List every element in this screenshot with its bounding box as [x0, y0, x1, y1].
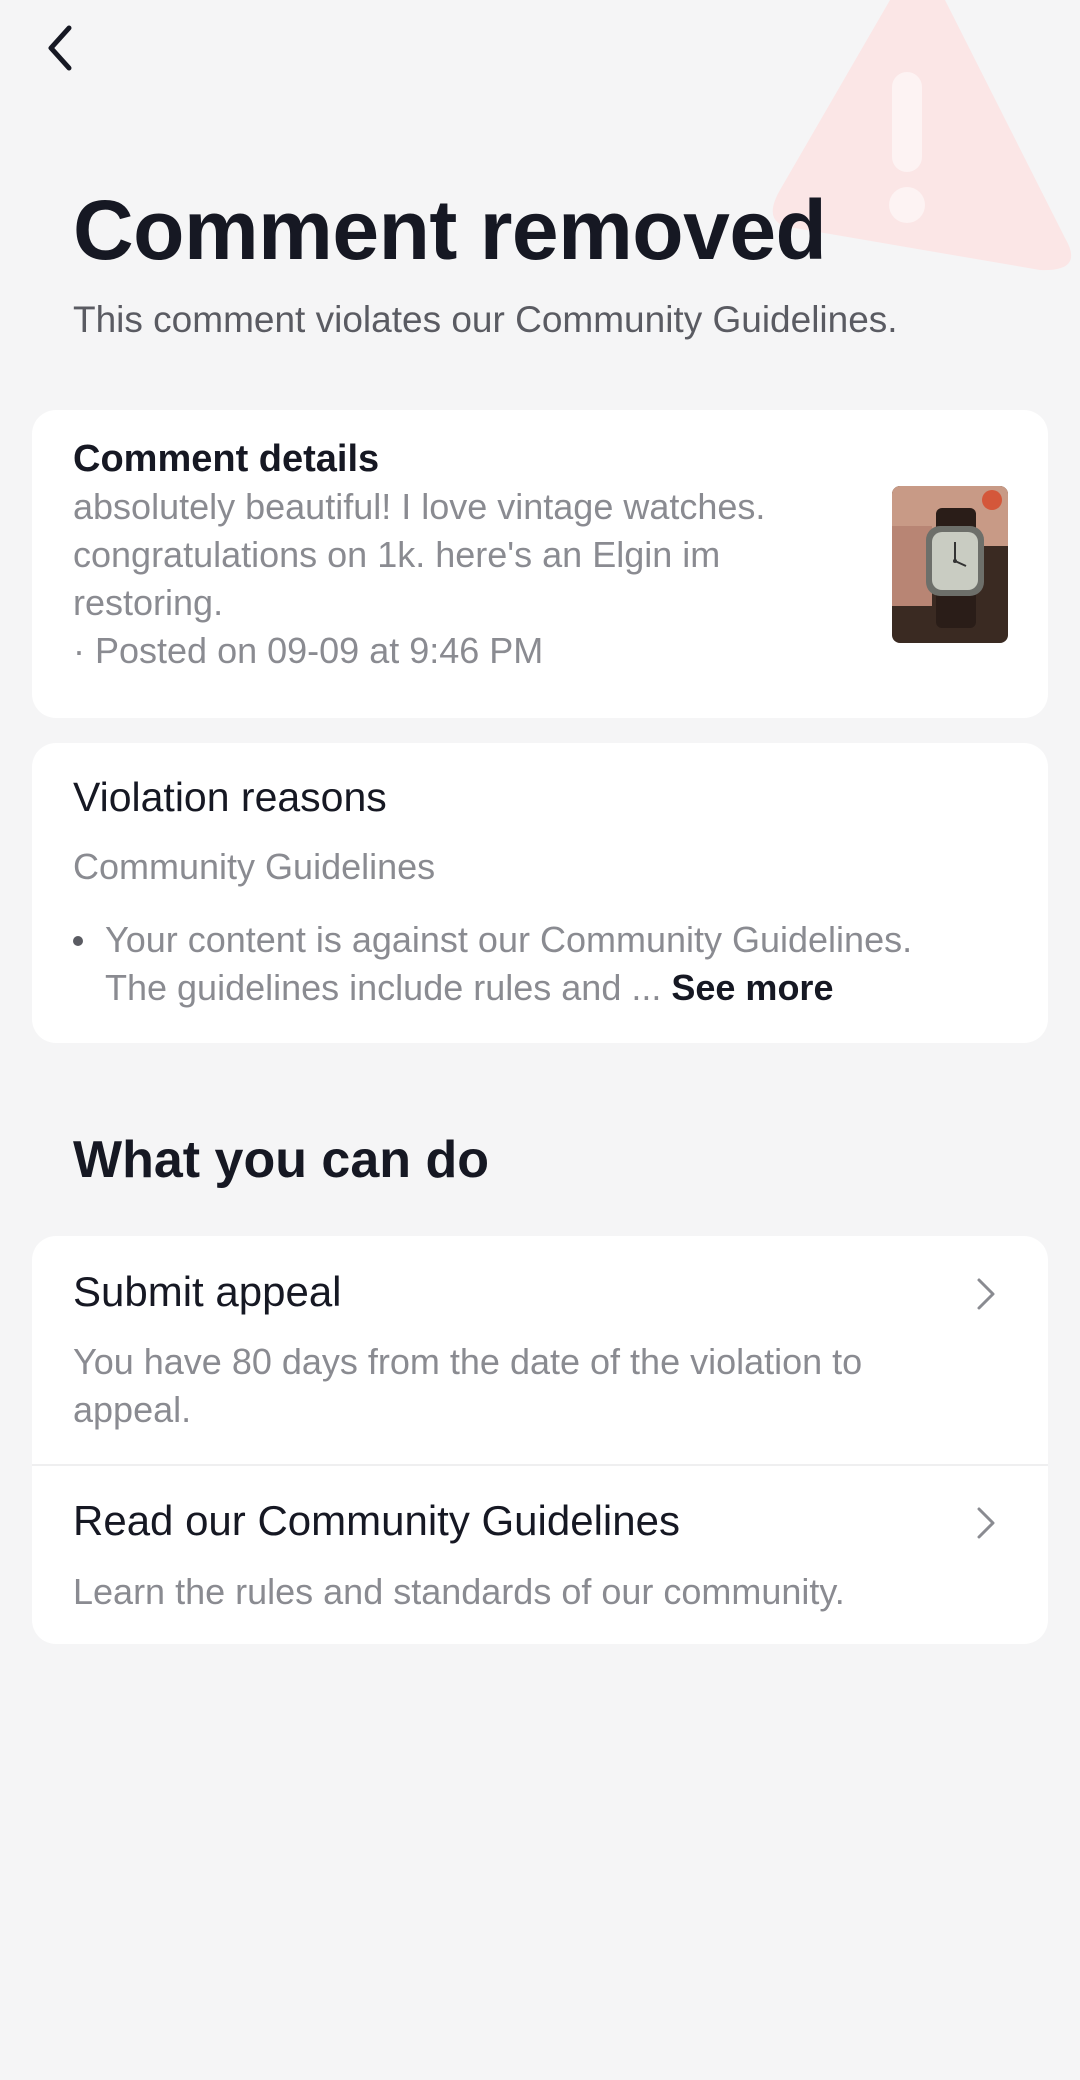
violation-reason-line: Your content is against our Community Gu…	[105, 919, 913, 960]
submit-appeal-row[interactable]: Submit appeal You have 80 days from the …	[32, 1236, 1048, 1464]
chevron-right-icon	[977, 1278, 995, 1310]
violation-reasons-card: Violation reasons Community Guidelines Y…	[32, 743, 1048, 1043]
see-more-link[interactable]: See more	[671, 967, 833, 1008]
read-guidelines-description: Learn the rules and standards of our com…	[73, 1568, 973, 1616]
what-you-can-do-heading: What you can do	[73, 1131, 489, 1189]
submit-appeal-description: You have 80 days from the date of the vi…	[73, 1338, 973, 1434]
read-guidelines-row[interactable]: Read our Community Guidelines Learn the …	[32, 1465, 1048, 1644]
submit-appeal-title: Submit appeal	[73, 1268, 342, 1315]
bullet-icon	[73, 936, 83, 946]
chevron-right-icon	[977, 1507, 995, 1539]
comment-image-thumbnail[interactable]	[892, 486, 1008, 643]
submit-appeal-description-line: You have 80 days from the date of the vi…	[73, 1341, 863, 1382]
comment-text-line: restoring.	[73, 582, 224, 623]
comment-text-line: absolutely beautiful! I love vintage wat…	[73, 486, 766, 527]
comment-details-card: Comment details absolutely beautiful! I …	[32, 410, 1048, 718]
page-title: Comment removed	[73, 183, 827, 277]
read-guidelines-description-line: Learn the rules and standards of our com…	[73, 1571, 845, 1612]
violation-reason-truncated: The guidelines include rules and ...	[105, 967, 662, 1008]
comment-details-heading: Comment details	[73, 438, 380, 480]
violation-reason: Your content is against our Community Gu…	[105, 916, 1025, 1012]
back-button[interactable]	[30, 18, 90, 78]
page-subtitle: This comment violates our Community Guid…	[73, 299, 898, 340]
actions-card: Submit appeal You have 80 days from the …	[32, 1236, 1048, 1644]
violation-reason-line: The guidelines include rules and ... See…	[105, 964, 1025, 1012]
chevron-left-icon	[48, 25, 72, 71]
comment-text-line: congratulations on 1k. here's an Elgin i…	[73, 534, 721, 575]
read-guidelines-title: Read our Community Guidelines	[73, 1497, 680, 1544]
violation-heading: Violation reasons	[73, 774, 387, 820]
comment-text: absolutely beautiful! I love vintage wat…	[73, 483, 853, 675]
comment-posted-date: · Posted on 09-09 at 9:46 PM	[73, 630, 544, 671]
watch-photo	[892, 486, 1008, 643]
violation-category: Community Guidelines	[73, 846, 436, 887]
submit-appeal-description-line: appeal.	[73, 1389, 192, 1430]
